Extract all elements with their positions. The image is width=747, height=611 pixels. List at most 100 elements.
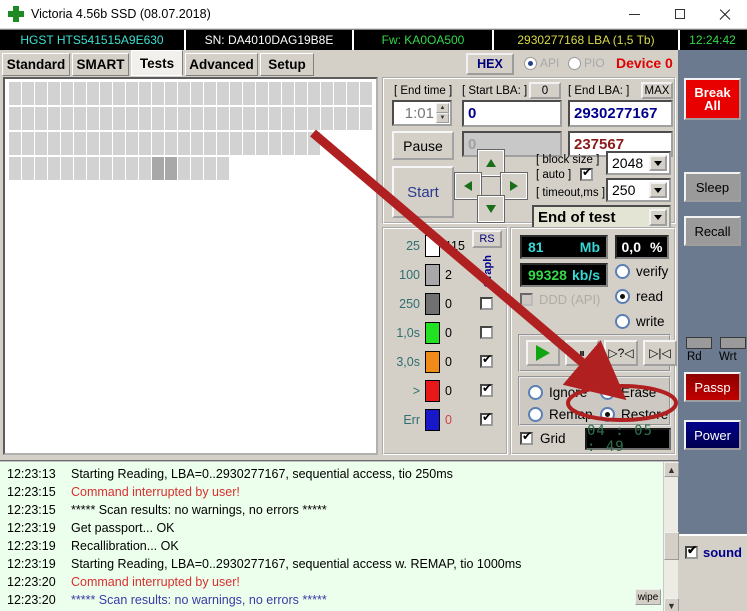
timing-stat-checkbox[interactable] — [480, 353, 493, 368]
map-cell — [308, 82, 320, 105]
tab-smart[interactable]: SMART — [72, 53, 129, 76]
action-erase-radio[interactable]: Erase — [600, 385, 656, 400]
start-lba-input[interactable]: 0 — [462, 100, 562, 127]
pio-radio[interactable]: PIO — [568, 56, 605, 70]
power-button[interactable]: Power — [684, 420, 741, 450]
maximize-button[interactable] — [657, 0, 702, 29]
mb-value: 81 — [528, 239, 544, 255]
start-button[interactable]: Start — [392, 166, 454, 218]
transport-bar: ⏸ ▷?◁ ▷|◁ — [518, 334, 677, 372]
surface-map[interactable] — [3, 77, 378, 455]
minimize-icon — [629, 13, 640, 15]
passport-button[interactable]: Passp — [684, 372, 741, 402]
mode-write-radio[interactable]: write — [615, 314, 665, 329]
api-radio[interactable]: API — [524, 56, 559, 70]
map-cell — [139, 132, 151, 155]
navigation-dpad[interactable] — [455, 150, 527, 222]
grid-checkbox[interactable]: Grid — [520, 430, 566, 446]
scroll-down-icon[interactable]: ▼ — [664, 598, 679, 611]
tab-setup[interactable]: Setup — [260, 53, 314, 76]
timing-stat-key: 250 — [399, 297, 420, 311]
ddd-label: DDD (API) — [539, 292, 601, 307]
seek-end-button[interactable]: ▷|◁ — [643, 340, 677, 366]
mode-read-radio[interactable]: read — [615, 289, 663, 304]
triangle-left-icon — [464, 181, 472, 191]
scroll-up-icon[interactable]: ▲ — [664, 462, 679, 477]
map-cell — [282, 107, 294, 130]
minimize-button[interactable] — [612, 0, 657, 29]
seek-query-icon: ▷?◁ — [608, 346, 634, 360]
end-lba-max-button[interactable]: MAX — [641, 82, 673, 99]
chevron-down-icon[interactable] — [649, 209, 667, 226]
rs-button[interactable]: RS — [472, 230, 502, 248]
map-cell — [22, 107, 34, 130]
action-ignore-radio[interactable]: Ignore — [528, 385, 587, 400]
spinner-arrows-icon[interactable]: ▲ ▼ — [436, 103, 449, 123]
hex-button[interactable]: HEX — [466, 53, 514, 75]
auto-checkbox[interactable] — [580, 166, 593, 181]
radio-dot-icon — [524, 56, 537, 70]
chevron-down-icon[interactable] — [649, 182, 667, 198]
play-button[interactable] — [526, 340, 560, 366]
sound-checkbox[interactable]: sound — [685, 544, 742, 560]
map-cell — [204, 157, 216, 180]
timing-stat-checkbox[interactable] — [480, 382, 493, 397]
pause-button[interactable]: Pause — [392, 131, 454, 160]
wipe-button[interactable]: wipe — [635, 589, 661, 605]
ddd-checkbox[interactable]: DDD (API) — [520, 292, 600, 307]
title-bar: Victoria 4.56b SSD (08.07.2018) — [0, 0, 747, 29]
action-restore-radio[interactable]: Restore — [600, 407, 668, 422]
map-cell — [35, 132, 47, 155]
log-timestamp: 12:23:20 — [7, 593, 56, 607]
map-cell — [139, 82, 151, 105]
scroll-thumb[interactable] — [664, 532, 679, 560]
seek-query-button[interactable]: ▷?◁ — [604, 340, 638, 366]
start-lba-reset-button[interactable]: 0 — [529, 82, 561, 99]
dpad-right-button[interactable] — [501, 173, 527, 199]
end-time-label: [ End time ] — [394, 85, 453, 97]
block-size-combo[interactable]: 2048 — [606, 151, 671, 175]
write-indicator — [720, 337, 746, 349]
pause-alt-button[interactable]: ⏸ — [565, 340, 599, 366]
timeout-combo[interactable]: 250 — [606, 178, 671, 202]
recall-button[interactable]: Recall — [684, 216, 741, 246]
map-cell — [165, 107, 177, 130]
close-button[interactable] — [702, 0, 747, 29]
map-cell — [22, 82, 34, 105]
map-cell — [204, 107, 216, 130]
tab-standard[interactable]: Standard — [2, 53, 70, 76]
map-cell — [269, 107, 281, 130]
timing-stat-checkbox[interactable] — [480, 326, 493, 339]
chevron-down-icon[interactable] — [649, 155, 667, 171]
sleep-button[interactable]: Sleep — [684, 172, 741, 202]
timing-stat-checkbox[interactable] — [480, 411, 493, 426]
mb-unit: Mb — [579, 239, 600, 255]
map-cell — [48, 107, 60, 130]
mode-verify-radio[interactable]: verify — [615, 264, 668, 279]
dpad-down-button[interactable] — [478, 196, 504, 222]
map-cell — [100, 107, 112, 130]
end-time-spinner[interactable]: 1:01 ▲ ▼ — [392, 100, 452, 126]
tab-advanced[interactable]: Advanced — [185, 53, 258, 76]
map-cell — [152, 157, 164, 180]
action-remap-radio[interactable]: Remap — [528, 407, 593, 422]
map-cell — [48, 157, 60, 180]
map-cell — [139, 157, 151, 180]
right-action-column: Break All Sleep Recall Rd Wrt Passp Powe… — [678, 50, 747, 611]
map-cell — [269, 82, 281, 105]
break-all-button[interactable]: Break All — [684, 78, 741, 120]
map-cell — [74, 82, 86, 105]
timing-stat-checkbox[interactable] — [480, 297, 493, 310]
break-all-line2: All — [704, 98, 721, 113]
map-cell — [152, 132, 164, 155]
test-settings-panel: [ End time ] [ Start LBA: ] [ End LBA: ]… — [382, 77, 676, 230]
cross-icon — [8, 6, 24, 22]
end-lba-input[interactable]: 2930277167 — [568, 100, 673, 127]
map-cell — [35, 107, 47, 130]
radio-dot-icon — [528, 385, 543, 400]
log-scrollbar[interactable]: ▲ ▼ — [663, 462, 679, 611]
tab-tests[interactable]: Tests — [131, 50, 183, 76]
map-cell — [178, 107, 190, 130]
log-panel[interactable]: 12:23:13 Starting Reading, LBA=0..2930277… — [0, 460, 679, 611]
map-cell — [22, 132, 34, 155]
